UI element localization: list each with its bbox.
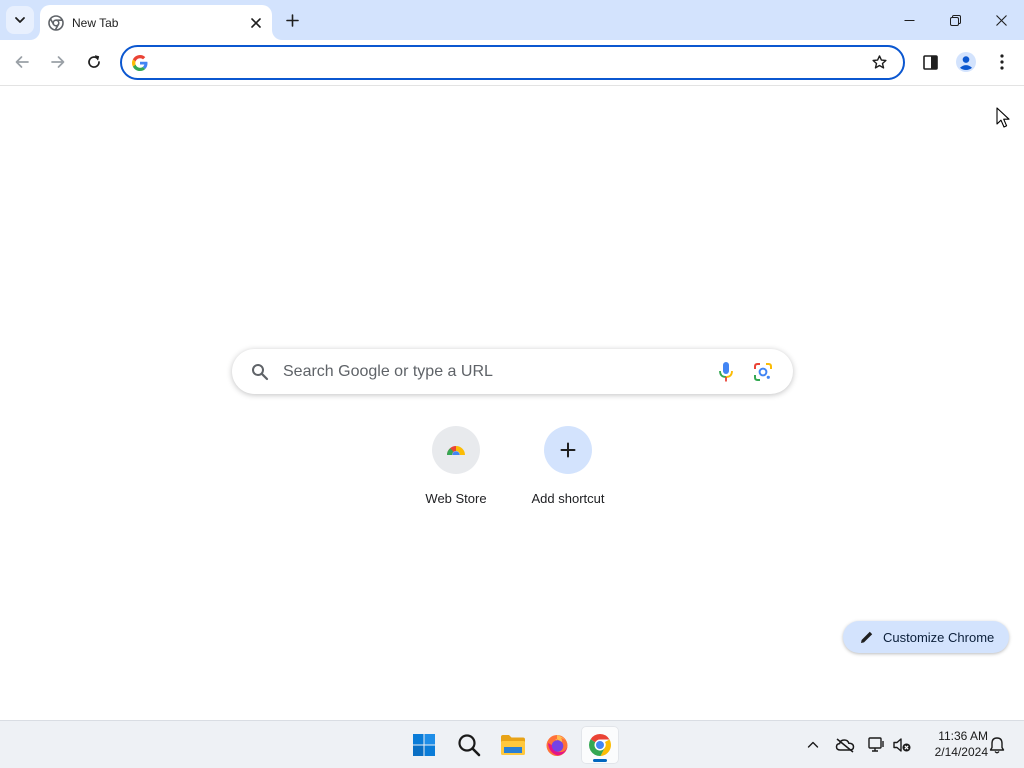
- side-panel-icon: [922, 54, 938, 70]
- bell-icon: [989, 737, 1005, 754]
- close-icon: [995, 14, 1007, 26]
- ntp-search-input[interactable]: [270, 349, 714, 394]
- side-panel-button[interactable]: [915, 47, 945, 77]
- reload-icon: [88, 55, 100, 68]
- google-lens-icon: [754, 362, 772, 381]
- tab-title: New Tab: [72, 15, 119, 30]
- clock-date: 2/14/2024: [934, 745, 988, 759]
- shortcut-tile: [544, 426, 592, 474]
- windows-start-icon: [413, 734, 435, 756]
- firefox-icon: [546, 735, 568, 756]
- start-button[interactable]: [405, 726, 443, 764]
- shortcut-label: Add shortcut: [531, 491, 605, 506]
- file-explorer-icon: [501, 735, 525, 755]
- ntp-search-box[interactable]: [232, 349, 793, 394]
- forward-button[interactable]: [43, 47, 73, 77]
- microphone-icon: [719, 361, 733, 381]
- network-button[interactable]: [865, 733, 889, 757]
- restore-button[interactable]: [932, 0, 978, 40]
- google-g-icon: [130, 53, 150, 73]
- close-icon: [251, 17, 261, 28]
- windows-taskbar: 11:36 AM 2/14/2024: [0, 720, 1024, 768]
- tab-new-tab[interactable]: New Tab: [40, 5, 272, 40]
- omnibox[interactable]: [120, 45, 905, 80]
- notifications-button[interactable]: [985, 733, 1009, 757]
- reload-button[interactable]: [79, 47, 109, 77]
- active-app-indicator: [593, 759, 607, 762]
- cloud-offline-icon: [835, 738, 855, 753]
- chrome-icon: [589, 734, 611, 757]
- volume-button[interactable]: [890, 733, 914, 757]
- voice-search-button[interactable]: [714, 360, 738, 384]
- taskbar-search-button[interactable]: [450, 726, 488, 764]
- profile-avatar-icon: [956, 52, 976, 72]
- restore-icon: [949, 14, 961, 26]
- title-bar: New Tab: [0, 0, 1024, 40]
- three-dots-vertical-icon: [1000, 54, 1004, 70]
- file-explorer-button[interactable]: [494, 726, 532, 764]
- bookmark-star-button[interactable]: [865, 49, 893, 77]
- onedrive-button[interactable]: [833, 733, 857, 757]
- network-disconnected-icon: [868, 737, 884, 752]
- chrome-menu-button[interactable]: [987, 47, 1017, 77]
- address-input[interactable]: [150, 47, 865, 78]
- chevron-up-icon: [807, 741, 819, 748]
- window-close-button[interactable]: [978, 0, 1024, 40]
- customize-chrome-button[interactable]: Customize Chrome: [843, 621, 1009, 653]
- search-icon: [250, 362, 270, 382]
- star-icon: [871, 55, 887, 69]
- arrow-left-icon: [15, 56, 29, 68]
- browser-toolbar: [0, 40, 1024, 86]
- plus-icon: [560, 442, 576, 458]
- clock-time: 11:36 AM: [938, 729, 988, 743]
- shortcut-add[interactable]: Add shortcut: [512, 426, 624, 516]
- shortcut-tile: [432, 426, 480, 474]
- show-hidden-icons-button[interactable]: [801, 733, 825, 757]
- search-icon: [458, 734, 481, 757]
- volume-muted-icon: [893, 738, 911, 752]
- plus-icon: [285, 13, 299, 27]
- profile-button[interactable]: [951, 47, 981, 77]
- mouse-cursor-icon: [996, 107, 1010, 128]
- minimize-button[interactable]: [886, 0, 932, 40]
- lens-search-button[interactable]: [751, 360, 775, 384]
- system-clock[interactable]: 11:36 AM 2/14/2024: [918, 728, 988, 760]
- pencil-icon: [861, 631, 873, 643]
- firefox-button[interactable]: [538, 726, 576, 764]
- chrome-favicon-icon: [48, 14, 64, 31]
- chrome-web-store-icon: [447, 446, 465, 455]
- shortcut-label: Web Store: [425, 491, 487, 506]
- new-tab-button[interactable]: [279, 7, 305, 33]
- chevron-down-icon: [15, 17, 25, 23]
- shortcut-web-store[interactable]: Web Store: [400, 426, 512, 516]
- back-button[interactable]: [7, 47, 37, 77]
- customize-chrome-label: Customize Chrome: [883, 629, 995, 645]
- minimize-icon: [904, 19, 914, 21]
- arrow-right-icon: [51, 56, 65, 68]
- tab-close-button[interactable]: [246, 13, 266, 33]
- chrome-taskbar-button[interactable]: [581, 726, 619, 764]
